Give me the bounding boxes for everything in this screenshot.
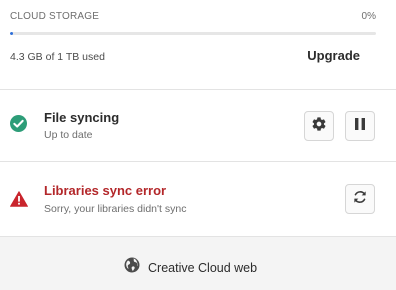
- creative-cloud-web-link[interactable]: Creative Cloud web: [124, 257, 257, 278]
- libraries-error-title: Libraries sync error: [44, 183, 167, 198]
- file-syncing-title: File syncing: [44, 110, 120, 125]
- warning-icon: [10, 191, 28, 212]
- check-circle-icon: [10, 115, 27, 137]
- pause-icon: [353, 117, 367, 136]
- file-syncing-status: Up to date: [44, 129, 93, 141]
- storage-percent: 0%: [361, 11, 376, 22]
- storage-used-text: 4.3 GB of 1 TB used: [10, 51, 105, 63]
- pause-sync-button[interactable]: [345, 111, 375, 141]
- sync-settings-button[interactable]: [304, 111, 334, 141]
- libraries-sync-row: Libraries sync error Sorry, your librari…: [0, 162, 396, 236]
- retry-sync-button[interactable]: [345, 184, 375, 214]
- footer: Creative Cloud web: [0, 237, 396, 290]
- creative-cloud-web-label: Creative Cloud web: [148, 260, 258, 275]
- upgrade-button[interactable]: Upgrade: [307, 48, 360, 63]
- globe-icon: [124, 257, 140, 278]
- refresh-icon: [352, 189, 368, 210]
- gear-icon: [311, 116, 327, 137]
- storage-progress-fill: [10, 32, 13, 35]
- cloud-storage-section: CLOUD STORAGE 0% 4.3 GB of 1 TB used Upg…: [0, 0, 396, 89]
- libraries-error-message: Sorry, your libraries didn't sync: [44, 203, 187, 215]
- file-syncing-row: File syncing Up to date: [0, 90, 396, 161]
- storage-progress-bar: [10, 32, 376, 35]
- storage-title: CLOUD STORAGE: [10, 11, 100, 22]
